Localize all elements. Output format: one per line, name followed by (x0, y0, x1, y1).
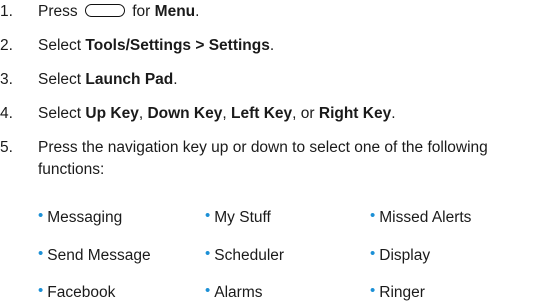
bullet-icon: • (370, 282, 376, 299)
step-text: Select (38, 105, 82, 122)
step-text-continued: functions: (38, 161, 105, 178)
function-label: Display (379, 247, 431, 264)
step-punct: , (138, 105, 144, 122)
step-number: 2. (0, 37, 13, 54)
list-item: • Scheduler (205, 244, 284, 266)
step-number: 5. (0, 139, 13, 156)
step-text: Select (38, 37, 82, 54)
list-item: • Facebook (38, 281, 115, 303)
bullet-icon: • (370, 207, 376, 224)
bullet-icon: • (205, 207, 211, 224)
list-item: • Ringer (370, 281, 425, 303)
list-item: • Alarms (205, 281, 263, 303)
step-3: 3. Select Launch Pad. (0, 70, 178, 90)
step-4: 4. Select Up Key, Down Key, Left Key, or … (0, 104, 396, 124)
list-item: • Messaging (38, 206, 122, 228)
step-number: 1. (0, 3, 13, 20)
step-punct: . (391, 105, 396, 122)
bullet-icon: • (38, 207, 44, 224)
step-2: 2. Select Tools/Settings > Settings. (0, 36, 274, 56)
softkey-oval-icon (84, 4, 125, 17)
bullet-icon: • (205, 245, 211, 262)
function-label: Missed Alerts (379, 209, 472, 226)
step-number: 3. (0, 71, 13, 88)
step-text: for (132, 3, 151, 20)
bullet-icon: • (370, 245, 376, 262)
bullet-icon: • (205, 282, 211, 299)
function-label: My Stuff (214, 209, 271, 226)
step-5: 5. Press the navigation key up or down to… (0, 138, 488, 178)
step-number: 4. (0, 105, 13, 122)
step-punct: . (173, 71, 178, 88)
step-punct: , (222, 105, 227, 122)
list-item: • Missed Alerts (370, 206, 471, 228)
step-text: Select (38, 71, 82, 88)
settings-path-term: Tools/Settings > Settings (85, 37, 270, 54)
down-key-term: Down Key (147, 105, 223, 122)
list-item: • Display (370, 244, 430, 266)
left-key-term: Left Key (231, 105, 293, 122)
step-punct: , or (292, 105, 315, 122)
list-item: • My Stuff (205, 206, 271, 228)
step-1: 1. Press for Menu. (0, 2, 199, 22)
menu-term: Menu (154, 3, 196, 20)
list-item: • Send Message (38, 244, 151, 266)
step-punct: . (195, 3, 200, 20)
step-text: Press the navigation key up or down to s… (38, 139, 488, 156)
up-key-term: Up Key (85, 105, 139, 122)
step-text: Press (38, 3, 78, 20)
right-key-term: Right Key (318, 105, 392, 122)
launch-pad-term: Launch Pad (85, 71, 174, 88)
function-label: Send Message (47, 247, 151, 264)
function-label: Ringer (379, 284, 425, 301)
bullet-icon: • (38, 282, 44, 299)
function-label: Messaging (47, 209, 123, 226)
step-punct: . (269, 37, 275, 54)
function-label: Scheduler (214, 247, 285, 264)
function-label: Alarms (214, 284, 263, 301)
bullet-icon: • (38, 245, 44, 262)
function-label: Facebook (47, 284, 116, 301)
